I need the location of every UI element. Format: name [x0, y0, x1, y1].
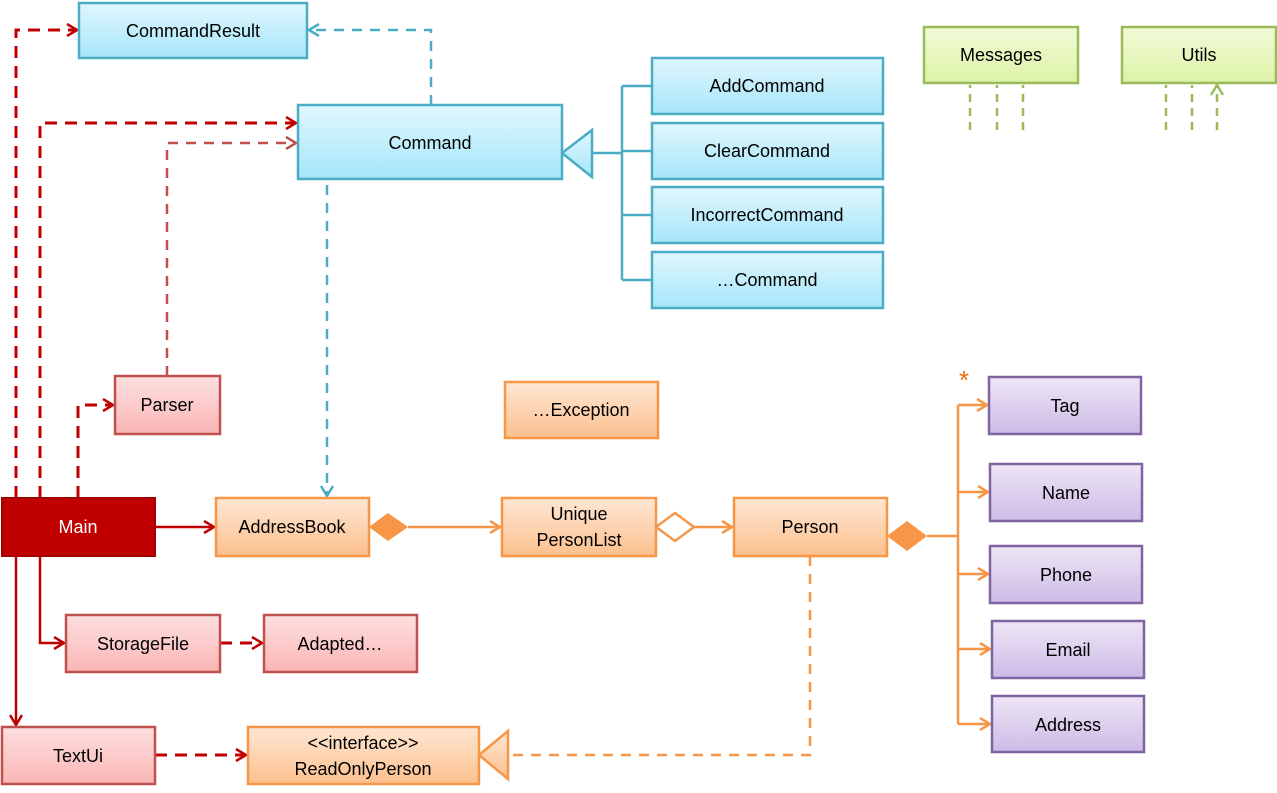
class-label: CommandResult [126, 21, 260, 41]
generalization-triangle-icon [559, 127, 594, 180]
class-label: Email [1045, 640, 1090, 660]
class-phone[interactable]: Phone [988, 544, 1144, 605]
class-label: Parser [140, 395, 193, 415]
class-label: ReadOnlyPerson [294, 759, 431, 779]
class-label: Name [1042, 483, 1090, 503]
parser-to-command-dependency [165, 143, 296, 376]
class-address[interactable]: Address [990, 694, 1146, 754]
realization-triangle-icon [477, 728, 510, 782]
class-label: …Command [716, 270, 817, 290]
main-to-command-dependency [38, 123, 296, 498]
class-label: ClearCommand [704, 141, 830, 161]
class-person[interactable]: Person [732, 496, 889, 558]
class-storagefile[interactable]: StorageFile [64, 613, 222, 674]
tag-multiplicity: * [959, 365, 969, 395]
class-label: …Exception [532, 400, 629, 420]
command-to-commandresult-dependency [309, 30, 433, 105]
person-attribute-trunk [927, 405, 960, 724]
class-label: StorageFile [97, 634, 189, 654]
command-subclass-tree [592, 84, 652, 282]
class-label: TextUi [53, 746, 103, 766]
class-name[interactable]: Name [988, 462, 1144, 523]
class-addcommand[interactable]: AddCommand [650, 56, 885, 116]
main-to-parser-dependency [76, 405, 113, 498]
class-parser[interactable]: Parser [113, 374, 222, 436]
class-diagram: * CommandResult Command AddCommand Clear… [0, 1, 1277, 786]
class-label: AddCommand [709, 76, 824, 96]
messages-dependencies [968, 85, 1217, 130]
class-commandresult[interactable]: CommandResult [77, 1, 309, 60]
class-label: Phone [1040, 565, 1092, 585]
class-label: Tag [1050, 396, 1079, 416]
class-main[interactable]: Main [1, 497, 156, 557]
person-realizes-readonlyperson [510, 556, 812, 757]
aggregation-diamond-icon [653, 511, 697, 543]
class-label: Command [388, 133, 471, 153]
class-uniquepersonlist[interactable]: Unique PersonList [500, 496, 658, 558]
class-incorrectcommand[interactable]: IncorrectCommand [650, 185, 885, 245]
main-to-commandresult-dependency [14, 30, 77, 498]
composition-diamond-icon [369, 513, 408, 541]
class-label: PersonList [536, 530, 621, 550]
class-label: Main [58, 517, 97, 537]
class-adapted[interactable]: Adapted… [262, 613, 419, 674]
class-label: Unique [550, 504, 607, 524]
class-exception[interactable]: …Exception [503, 380, 660, 440]
class-textui[interactable]: TextUi [0, 725, 157, 786]
class-label: Address [1035, 715, 1101, 735]
class-other-command[interactable]: …Command [650, 250, 885, 310]
composition-diamond-icon [887, 521, 927, 551]
class-label: Adapted… [297, 634, 382, 654]
class-addressbook[interactable]: AddressBook [214, 496, 371, 558]
class-tag[interactable]: Tag [987, 375, 1143, 436]
main-to-storagefile-association [38, 556, 64, 643]
class-label: Messages [960, 45, 1042, 65]
stereotype-label: <<interface>> [307, 733, 418, 753]
class-utils[interactable]: Utils [1120, 25, 1277, 85]
class-label: AddressBook [238, 517, 346, 537]
class-clearcommand[interactable]: ClearCommand [650, 121, 885, 181]
class-label: IncorrectCommand [690, 205, 843, 225]
class-readonlyperson[interactable]: <<interface>> ReadOnlyPerson [246, 725, 481, 786]
class-email[interactable]: Email [990, 619, 1146, 680]
class-label: Utils [1182, 45, 1217, 65]
class-command[interactable]: Command [296, 103, 564, 181]
class-label: Person [781, 517, 838, 537]
class-messages[interactable]: Messages [922, 25, 1080, 85]
